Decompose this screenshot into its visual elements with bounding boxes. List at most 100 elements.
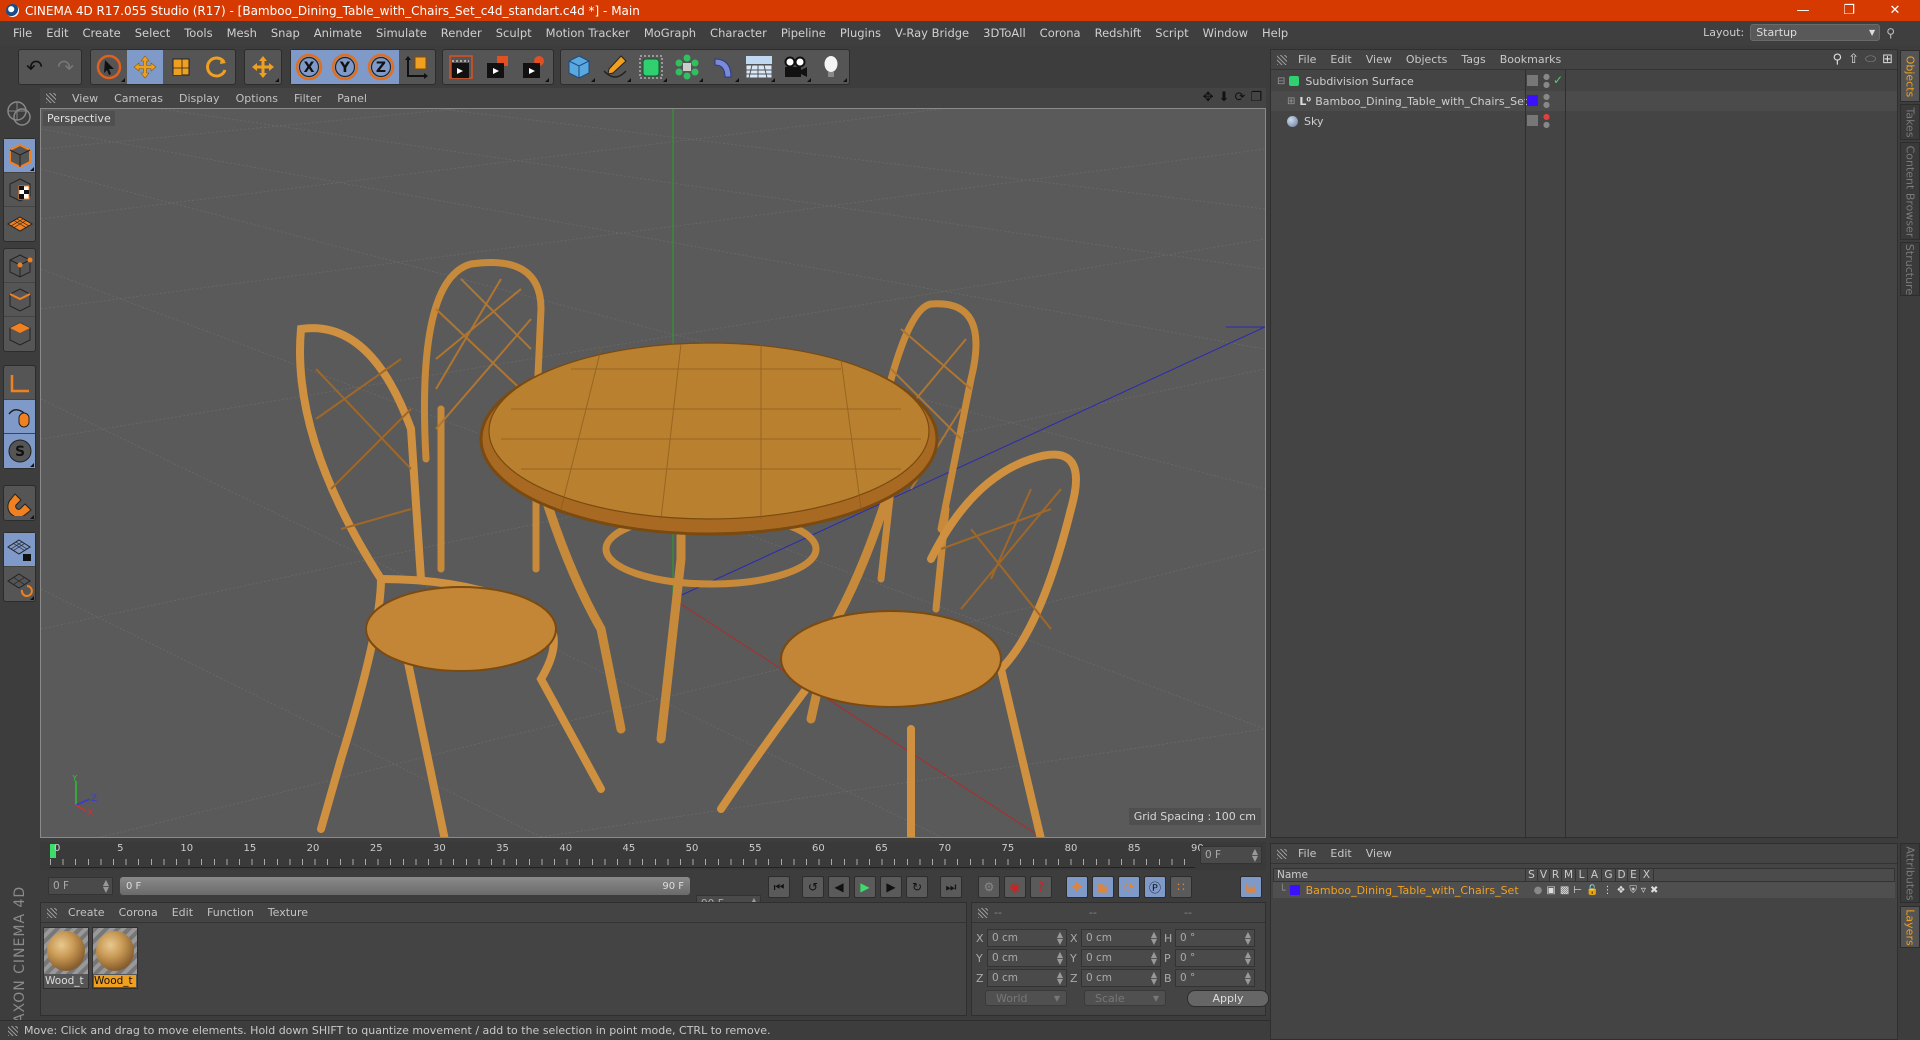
menu-sculpt[interactable]: Sculpt <box>489 26 539 40</box>
tab-content-browser[interactable]: Content Browser <box>1900 142 1920 240</box>
viewport-menu-options[interactable]: Options <box>228 92 286 105</box>
object-row-sky[interactable]: Sky ● ● <box>1271 111 1897 131</box>
add-deformer-button[interactable] <box>705 50 741 84</box>
solo-toggle-icon[interactable]: ● <box>1534 885 1543 896</box>
object-menu-file[interactable]: File <box>1291 53 1323 66</box>
tweak-mode-button[interactable] <box>4 400 35 434</box>
new-view-icon[interactable]: ⊞ <box>1882 52 1893 67</box>
menu-animate[interactable]: Animate <box>307 26 369 40</box>
object-menu-bookmarks[interactable]: Bookmarks <box>1493 53 1568 66</box>
layer-menu-file[interactable]: File <box>1291 847 1323 860</box>
restore-button[interactable]: ❐ <box>1826 0 1872 21</box>
menu-mograph[interactable]: MoGraph <box>637 26 703 40</box>
add-cloner-button[interactable] <box>669 50 705 84</box>
timeline-window-button[interactable]: ▤ <box>1240 876 1262 898</box>
menu-tools[interactable]: Tools <box>177 26 219 40</box>
menu-redshift[interactable]: Redshift <box>1088 26 1149 40</box>
menu-script[interactable]: Script <box>1148 26 1195 40</box>
menu-pipeline[interactable]: Pipeline <box>774 26 833 40</box>
menu-snap[interactable]: Snap <box>264 26 307 40</box>
visibility-dots-icon[interactable]: ● ● <box>1543 73 1550 89</box>
search-icon[interactable]: ⚲ <box>1886 26 1895 40</box>
panel-grip-icon[interactable] <box>47 907 57 918</box>
add-subdivision-button[interactable] <box>633 50 669 84</box>
collapse-icon[interactable]: ⊟ <box>1277 76 1285 87</box>
viewport-menu-display[interactable]: Display <box>171 92 228 105</box>
start-frame-field[interactable]: 0 F ▲ ▼ <box>48 877 113 895</box>
search-icon[interactable]: ⚲ <box>1833 52 1843 67</box>
move-view-icon[interactable]: ✥ <box>1203 90 1214 105</box>
x-axis-lock-button[interactable]: X <box>291 50 327 84</box>
rotation-p-field[interactable]: 0 ° ▲ ▼ <box>1175 949 1255 967</box>
tab-layers[interactable]: Layers <box>1900 906 1920 948</box>
maximize-view-icon[interactable]: ❐ <box>1250 90 1262 105</box>
menu-window[interactable]: Window <box>1196 26 1255 40</box>
column-expressions[interactable]: E <box>1628 869 1640 881</box>
previous-key-button[interactable]: ↺ <box>802 876 824 898</box>
panel-grip-icon[interactable] <box>1277 848 1287 859</box>
menu-character[interactable]: Character <box>703 26 774 40</box>
points-mode-button[interactable] <box>4 249 35 283</box>
play-button[interactable]: ▶ <box>854 876 876 898</box>
layout-dropdown[interactable]: Startup ▼ <box>1750 24 1881 41</box>
autokey-button[interactable]: ◉ <box>1004 876 1026 898</box>
camera-label[interactable]: Perspective <box>43 111 115 126</box>
model-mode-button[interactable] <box>4 139 35 173</box>
scale-tool-button[interactable] <box>163 50 199 84</box>
column-divider[interactable] <box>1525 70 1526 839</box>
column-xrefs[interactable]: X <box>1640 869 1654 881</box>
record-keys-button[interactable]: ⚙ <box>978 876 1000 898</box>
panel-grip-icon[interactable] <box>1277 54 1287 65</box>
column-divider[interactable] <box>1565 70 1566 839</box>
menu-simulate[interactable]: Simulate <box>369 26 434 40</box>
visibility-dots-icon[interactable]: ● ● <box>1543 93 1550 109</box>
expand-icon[interactable]: ⊞ <box>1287 96 1295 107</box>
go-to-start-button[interactable]: ⏮ <box>768 876 790 898</box>
home-icon[interactable]: ⇧ <box>1848 52 1859 67</box>
object-menu-view[interactable]: View <box>1359 53 1399 66</box>
position-x-field[interactable]: 0 cm ▲ ▼ <box>987 929 1067 947</box>
workplane-lock-button[interactable] <box>4 533 35 567</box>
column-manager[interactable]: M <box>1562 869 1576 881</box>
material-menu-corona[interactable]: Corona <box>112 906 165 919</box>
minimize-button[interactable]: — <box>1780 0 1826 21</box>
go-to-end-button[interactable]: ⏭ <box>940 876 962 898</box>
key-pla-button[interactable]: ∷ <box>1170 876 1192 898</box>
close-button[interactable]: ✕ <box>1872 0 1918 21</box>
tab-takes[interactable]: Takes <box>1900 104 1920 140</box>
tag-editor-icon[interactable] <box>1527 75 1538 86</box>
add-spline-button[interactable] <box>597 50 633 84</box>
material-swatch-selected[interactable]: Wood_t <box>92 927 138 989</box>
column-deformers[interactable]: D <box>1616 869 1628 881</box>
workplane-align-button[interactable] <box>4 567 35 601</box>
column-view[interactable]: V <box>1538 869 1550 881</box>
transform-mode-dropdown[interactable]: Scale ▼ <box>1084 990 1166 1006</box>
rotate-view-icon[interactable]: ⟳ <box>1234 90 1245 105</box>
object-row-subdivision-surface[interactable]: ⊟ Subdivision Surface ● ● ✓ <box>1271 71 1897 91</box>
enabled-check-icon[interactable]: ✓ <box>1553 73 1563 87</box>
key-rotation-button[interactable]: ⟳ <box>1118 876 1140 898</box>
viewport-menu-panel[interactable]: Panel <box>329 92 375 105</box>
timeline-track[interactable]: 0 5 10 15 20 25 30 35 40 45 50 55 60 65 70 75 80 85 90 <box>50 842 1204 868</box>
object-row-bamboo-set[interactable]: ⊞ L⁰ Bamboo_Dining_Table_with_Chairs_Set… <box>1271 91 1897 111</box>
menu-file[interactable]: File <box>6 26 39 40</box>
viewport-menu-filter[interactable]: Filter <box>286 92 329 105</box>
layer-color-swatch[interactable] <box>1289 885 1300 895</box>
y-axis-lock-button[interactable]: Y <box>327 50 363 84</box>
column-render[interactable]: R <box>1550 869 1562 881</box>
polygons-mode-button[interactable] <box>4 317 35 351</box>
render-settings-button[interactable] <box>515 50 551 84</box>
view-toggle-icon[interactable]: ▣ <box>1546 885 1555 896</box>
eye-toggle-icon[interactable]: ⬭ <box>1865 52 1876 67</box>
key-position-button[interactable]: ✥ <box>1066 876 1088 898</box>
column-name[interactable]: Name <box>1274 869 1526 881</box>
size-z-field[interactable]: 0 cm ▲ ▼ <box>1081 969 1161 987</box>
tab-structure[interactable]: Structure <box>1900 242 1920 296</box>
menu-vray-bridge[interactable]: V-Ray Bridge <box>888 26 976 40</box>
panel-grip-icon[interactable] <box>978 907 988 918</box>
3d-viewport[interactable]: Perspective Y Z X Grid Spacing : 100 cm <box>40 108 1266 838</box>
layer-menu-edit[interactable]: Edit <box>1323 847 1358 860</box>
workplane-mode-button[interactable] <box>4 207 35 241</box>
object-menu-edit[interactable]: Edit <box>1323 53 1358 66</box>
material-menu-edit[interactable]: Edit <box>165 906 200 919</box>
